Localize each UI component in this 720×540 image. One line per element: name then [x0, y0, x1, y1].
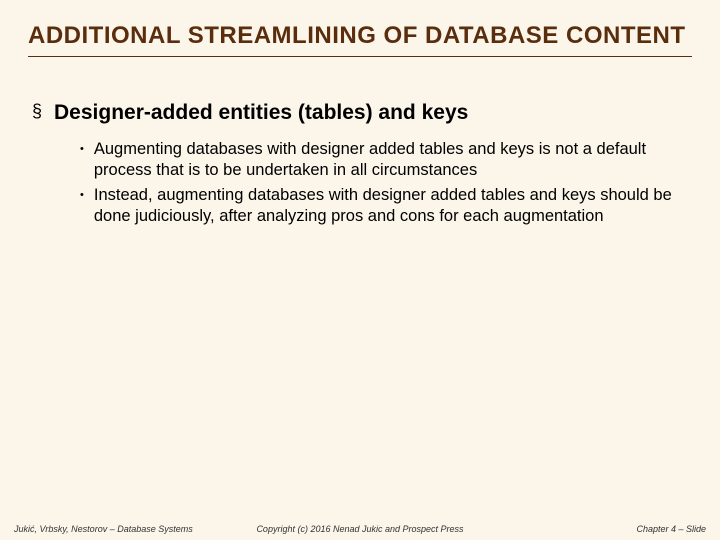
slide-body: § Designer-added entities (tables) and k…: [0, 63, 720, 227]
title-underline: [28, 56, 692, 57]
section-bullet-icon: §: [32, 101, 42, 123]
slide-title: ADDITIONAL STREAMLINING OF DATABASE CONT…: [28, 22, 692, 50]
bullet-icon: •: [80, 139, 84, 160]
section-heading: Designer-added entities (tables) and key…: [54, 101, 468, 125]
list-text: Augmenting databases with designer added…: [94, 139, 688, 181]
list-text: Instead, augmenting databases with desig…: [94, 185, 688, 227]
footer-right: Chapter 4 – Slide: [636, 524, 706, 534]
footer-left: Jukić, Vrbsky, Nestorov – Database Syste…: [14, 524, 193, 534]
bullet-icon: •: [80, 185, 84, 206]
slide-footer: Jukić, Vrbsky, Nestorov – Database Syste…: [0, 524, 720, 534]
list-item: • Instead, augmenting databases with des…: [80, 185, 688, 227]
list-item: • Augmenting databases with designer add…: [80, 139, 688, 181]
